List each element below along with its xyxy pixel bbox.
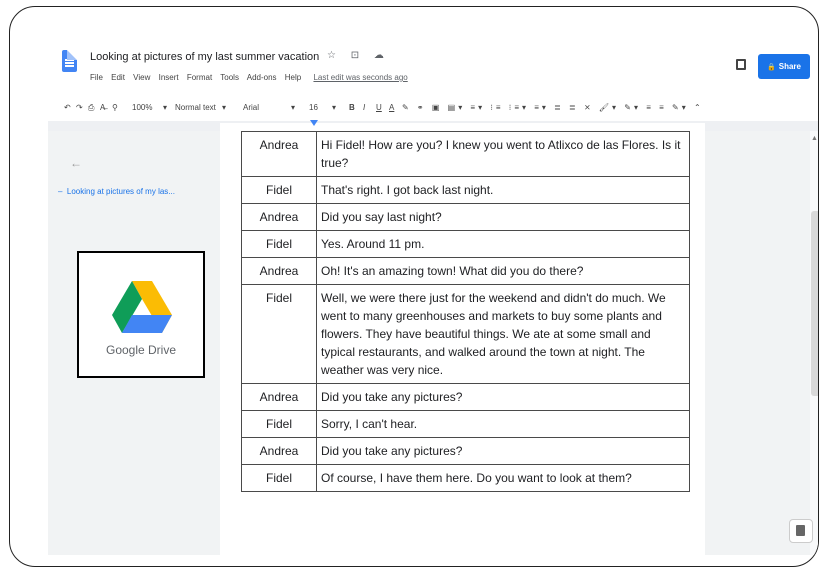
table-row: Andrea Did you take any pictures? — [241, 383, 690, 411]
menu-bar: File Edit View Insert Format Tools Add-o… — [90, 73, 414, 82]
speaker-cell[interactable]: Andrea — [241, 203, 317, 231]
formatting-toolbar: ↶ ↷ ⎙ A̶ ⚲ 100% ▾ Normal text ▾ Arial ▾ … — [62, 101, 818, 117]
table-row: Fidel That's right. I got back last night… — [241, 176, 690, 204]
speaker-cell[interactable]: Fidel — [241, 464, 317, 492]
speaker-cell[interactable]: Fidel — [241, 230, 317, 258]
speaker-cell[interactable]: Andrea — [241, 437, 317, 465]
scroll-up-icon[interactable]: ▲ — [811, 135, 818, 142]
line-cell[interactable]: Hi Fidel! How are you? I knew you went t… — [316, 131, 690, 177]
right-margin-panel — [705, 131, 810, 555]
print-icon[interactable]: ⎙ — [88, 103, 94, 113]
google-drive-logo: Google Drive — [77, 251, 205, 378]
spellcheck-icon[interactable]: A̶ — [100, 103, 105, 112]
more-toolbar-icons[interactable]: ✎ ⚭ ▣ ▤▾ ≡▾ ⁝≡ ⁝≡▾ ≡▾ ≣ ≣ ⨯ 🖌▾ ✎▾ ≡ ≡ ✎▾… — [402, 103, 704, 112]
speaker-cell[interactable]: Fidel — [241, 410, 317, 438]
screenshot-frame: Looking at pictures of my last summer va… — [9, 6, 819, 567]
indent-marker-icon[interactable] — [310, 120, 318, 126]
menu-view[interactable]: View — [133, 73, 150, 82]
docs-logo-icon[interactable] — [62, 50, 77, 72]
outline-item-label: Looking at pictures of my las... — [66, 187, 175, 196]
last-edit-link[interactable]: Last edit was seconds ago — [313, 73, 407, 82]
size-chevron-icon: ▾ — [332, 103, 337, 112]
table-row: Fidel Yes. Around 11 pm. — [241, 230, 690, 258]
star-move-cloud-icons[interactable]: ☆ ⊡ ☁ — [327, 50, 390, 61]
menu-edit[interactable]: Edit — [111, 73, 125, 82]
italic-button[interactable]: I — [363, 103, 365, 112]
bold-button[interactable]: B — [349, 103, 355, 112]
line-cell[interactable]: That's right. I got back last night. — [316, 176, 690, 204]
menu-insert[interactable]: Insert — [159, 73, 179, 82]
speaker-cell[interactable]: Andrea — [241, 131, 317, 177]
font-chevron-icon: ▾ — [291, 103, 296, 112]
document-page[interactable]: Andrea Hi Fidel! How are you? I knew you … — [220, 131, 705, 555]
underline-button[interactable]: U — [376, 103, 382, 112]
google-docs-window: Looking at pictures of my last summer va… — [48, 43, 818, 555]
table-row: Fidel Of course, I have them here. Do you… — [241, 464, 690, 492]
table-row: Fidel Sorry, I can't hear. — [241, 410, 690, 438]
speaker-cell[interactable]: Andrea — [241, 257, 317, 285]
line-cell[interactable]: Of course, I have them here. Do you want… — [316, 464, 690, 492]
line-cell[interactable]: Sorry, I can't hear. — [316, 410, 690, 438]
zoom-select[interactable]: 100% — [132, 103, 152, 112]
line-cell[interactable]: Did you say last night? — [316, 203, 690, 231]
comment-history-icon[interactable] — [736, 59, 746, 70]
table-row: Andrea Hi Fidel! How are you? I knew you … — [241, 131, 690, 177]
table-row: Andrea Did you take any pictures? — [241, 437, 690, 465]
menu-file[interactable]: File — [90, 73, 103, 82]
outline-item[interactable]: – Looking at pictures of my las... — [58, 187, 175, 196]
table-row: Fidel Well, we were there just for the we… — [241, 284, 690, 384]
lock-icon: 🔒 — [767, 63, 776, 71]
speaker-cell[interactable]: Fidel — [241, 284, 317, 384]
document-title[interactable]: Looking at pictures of my last summer va… — [90, 51, 319, 63]
line-cell[interactable]: Well, we were there just for the weekend… — [316, 284, 690, 384]
table-row: Andrea Did you say last night? — [241, 203, 690, 231]
outline-dash-icon: – — [58, 187, 67, 196]
speaker-cell[interactable]: Fidel — [241, 176, 317, 204]
text-color-button[interactable]: A — [389, 103, 394, 112]
menu-tools[interactable]: Tools — [220, 73, 239, 82]
style-select[interactable]: Normal text — [175, 103, 216, 112]
back-arrow-icon[interactable]: ← — [70, 156, 82, 170]
line-cell[interactable]: Did you take any pictures? — [316, 383, 690, 411]
line-cell[interactable]: Yes. Around 11 pm. — [316, 230, 690, 258]
menu-addons[interactable]: Add-ons — [247, 73, 277, 82]
menu-help[interactable]: Help — [285, 73, 301, 82]
paint-format-icon[interactable]: ⚲ — [112, 103, 118, 112]
google-drive-icon — [112, 281, 172, 333]
font-size-input[interactable]: 16 — [309, 103, 318, 112]
zoom-chevron-icon: ▾ — [163, 103, 168, 112]
redo-icon[interactable]: ↷ — [76, 103, 83, 112]
menu-format[interactable]: Format — [187, 73, 212, 82]
explore-icon[interactable] — [789, 519, 813, 543]
style-chevron-icon: ▾ — [222, 103, 227, 112]
share-label: Share — [778, 62, 801, 71]
dialogue-table: Andrea Hi Fidel! How are you? I knew you … — [241, 131, 690, 492]
undo-icon[interactable]: ↶ — [64, 103, 71, 112]
share-button[interactable]: 🔒 Share — [758, 54, 810, 79]
speaker-cell[interactable]: Andrea — [241, 383, 317, 411]
google-drive-text: Google Drive — [105, 343, 177, 357]
scrollbar-thumb[interactable] — [811, 211, 818, 396]
table-row: Andrea Oh! It's an amazing town! What did… — [241, 257, 690, 285]
line-cell[interactable]: Did you take any pictures? — [316, 437, 690, 465]
font-select[interactable]: Arial — [243, 103, 259, 112]
line-cell[interactable]: Oh! It's an amazing town! What did you d… — [316, 257, 690, 285]
